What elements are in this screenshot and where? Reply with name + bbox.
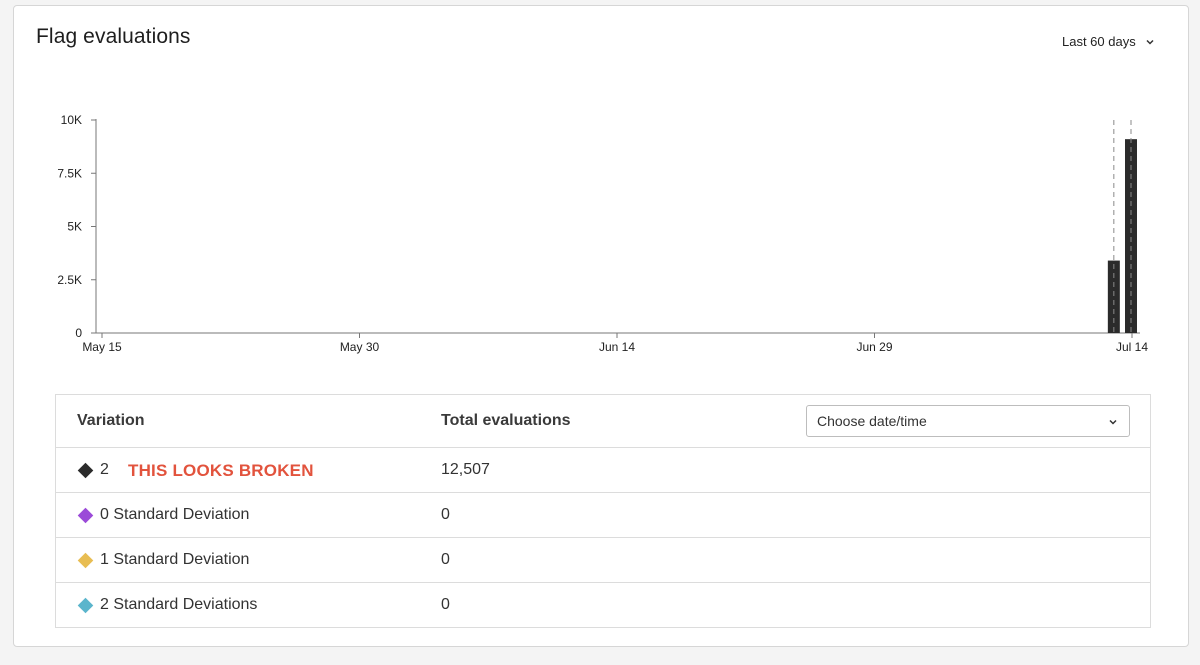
variation-cell: 1 Standard Deviation — [77, 551, 249, 569]
variation-label: 1 Standard Deviation — [100, 551, 250, 568]
y-tick-label: 10K — [61, 113, 82, 127]
total-cell: 0 — [441, 596, 450, 613]
diamond-icon — [77, 552, 94, 568]
x-tick-label: Jun 14 — [599, 340, 635, 354]
variation-label: 2 Standard Deviations — [100, 596, 258, 613]
total-cell: 12,507 — [441, 461, 490, 478]
y-tick-label: 5K — [67, 220, 82, 234]
table-row: 2 Standard Deviations 0 — [56, 583, 1150, 628]
x-tick-label: May 15 — [82, 340, 122, 354]
diamond-icon — [77, 462, 94, 478]
header-variation: Variation — [77, 412, 145, 429]
evaluations-bar-chart: 0 2.5K 5K 7.5K 10K May 15 May 30 Jun 14 Jun 29 Ju… — [57, 113, 1148, 354]
x-tick-label: May 30 — [340, 340, 380, 354]
variations-table: Variation Total evaluations Choose date/… — [55, 394, 1151, 628]
date-time-select-value: Choose date/time — [817, 413, 927, 429]
table-row: 2 THIS LOOKS BROKEN 12,507 — [56, 448, 1150, 493]
variation-cell: 2 — [77, 461, 109, 479]
y-tick-label: 2.5K — [57, 273, 82, 287]
y-tick-label: 7.5K — [57, 166, 82, 180]
variation-cell: 0 Standard Deviation — [77, 506, 249, 524]
table-header: Variation Total evaluations Choose date/… — [56, 395, 1150, 448]
total-cell: 0 — [441, 506, 450, 523]
chevron-down-icon — [1109, 419, 1117, 425]
variation-cell: 2 Standard Deviations — [77, 596, 257, 614]
variation-label: 2 — [100, 461, 109, 478]
annotation-text: THIS LOOKS BROKEN — [128, 461, 314, 480]
diamond-icon — [77, 597, 94, 613]
table-row: 1 Standard Deviation 0 — [56, 538, 1150, 583]
total-cell: 0 — [441, 551, 450, 568]
x-tick-label: Jun 29 — [856, 340, 892, 354]
x-tick-label: Jul 14 — [1116, 340, 1148, 354]
table-row: 0 Standard Deviation 0 — [56, 493, 1150, 538]
date-time-select[interactable]: Choose date/time — [806, 405, 1130, 437]
y-tick-label: 0 — [75, 326, 82, 340]
diamond-icon — [77, 507, 94, 523]
header-total-evaluations: Total evaluations — [441, 412, 571, 429]
variation-label: 0 Standard Deviation — [100, 506, 250, 523]
